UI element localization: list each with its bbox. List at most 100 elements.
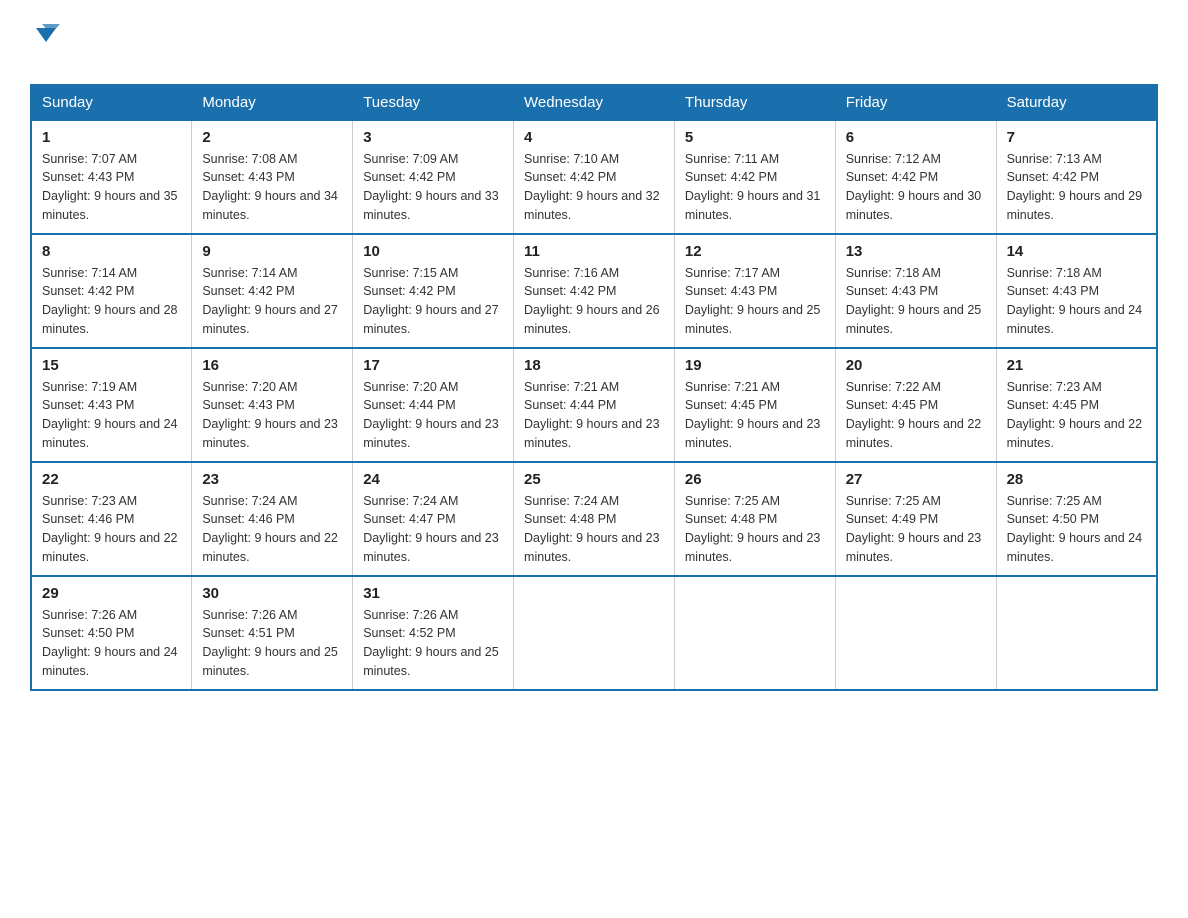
weekday-header-cell: Friday (835, 85, 996, 120)
day-number: 20 (846, 357, 986, 374)
calendar-day-cell: 22 Sunrise: 7:23 AMSunset: 4:46 PMDayligh… (31, 462, 192, 576)
weekday-header-cell: Saturday (996, 85, 1157, 120)
day-info: Sunrise: 7:10 AMSunset: 4:42 PMDaylight:… (524, 150, 664, 225)
day-number: 30 (202, 585, 342, 602)
calendar-day-cell: 16 Sunrise: 7:20 AMSunset: 4:43 PMDayligh… (192, 348, 353, 462)
day-number: 21 (1007, 357, 1146, 374)
day-info: Sunrise: 7:17 AMSunset: 4:43 PMDaylight:… (685, 264, 825, 339)
calendar-day-cell: 24 Sunrise: 7:24 AMSunset: 4:47 PMDayligh… (353, 462, 514, 576)
calendar-day-cell: 21 Sunrise: 7:23 AMSunset: 4:45 PMDayligh… (996, 348, 1157, 462)
calendar-week-row: 15Sunrise: 7:19 AMSunset: 4:43 PMDayligh… (31, 348, 1157, 462)
day-info: Sunrise: 7:24 AMSunset: 4:47 PMDaylight:… (363, 492, 503, 567)
calendar-day-cell: 25Sunrise: 7:24 AMSunset: 4:48 PMDayligh… (514, 462, 675, 576)
calendar-day-cell: 29 Sunrise: 7:26 AMSunset: 4:50 PMDayligh… (31, 576, 192, 690)
day-info: Sunrise: 7:13 AMSunset: 4:42 PMDaylight:… (1007, 150, 1146, 225)
calendar-day-cell: 13 Sunrise: 7:18 AMSunset: 4:43 PMDayligh… (835, 234, 996, 348)
calendar-day-cell: 28Sunrise: 7:25 AMSunset: 4:50 PMDayligh… (996, 462, 1157, 576)
calendar-week-row: 8Sunrise: 7:14 AMSunset: 4:42 PMDaylight… (31, 234, 1157, 348)
calendar-day-cell: 1Sunrise: 7:07 AMSunset: 4:43 PMDaylight… (31, 120, 192, 234)
day-number: 16 (202, 357, 342, 374)
day-info: Sunrise: 7:15 AMSunset: 4:42 PMDaylight:… (363, 264, 503, 339)
day-info: Sunrise: 7:26 AMSunset: 4:51 PMDaylight:… (202, 606, 342, 681)
calendar-week-row: 22 Sunrise: 7:23 AMSunset: 4:46 PMDayligh… (31, 462, 1157, 576)
day-info: Sunrise: 7:23 AMSunset: 4:46 PMDaylight:… (42, 492, 181, 567)
day-number: 8 (42, 243, 181, 260)
day-number: 1 (42, 129, 181, 146)
calendar-day-cell (674, 576, 835, 690)
calendar-day-cell: 15Sunrise: 7:19 AMSunset: 4:43 PMDayligh… (31, 348, 192, 462)
calendar-day-cell: 10 Sunrise: 7:15 AMSunset: 4:42 PMDayligh… (353, 234, 514, 348)
day-number: 27 (846, 471, 986, 488)
weekday-header-cell: Thursday (674, 85, 835, 120)
calendar-day-cell: 11 Sunrise: 7:16 AMSunset: 4:42 PMDayligh… (514, 234, 675, 348)
calendar-day-cell: 7Sunrise: 7:13 AMSunset: 4:42 PMDaylight… (996, 120, 1157, 234)
day-number: 6 (846, 129, 986, 146)
day-number: 12 (685, 243, 825, 260)
calendar-day-cell (996, 576, 1157, 690)
day-info: Sunrise: 7:08 AMSunset: 4:43 PMDaylight:… (202, 150, 342, 225)
calendar-day-cell: 18 Sunrise: 7:21 AMSunset: 4:44 PMDayligh… (514, 348, 675, 462)
day-info: Sunrise: 7:26 AMSunset: 4:50 PMDaylight:… (42, 606, 181, 681)
day-info: Sunrise: 7:18 AMSunset: 4:43 PMDaylight:… (1007, 264, 1146, 339)
calendar-day-cell: 4Sunrise: 7:10 AMSunset: 4:42 PMDaylight… (514, 120, 675, 234)
day-number: 17 (363, 357, 503, 374)
day-info: Sunrise: 7:20 AMSunset: 4:43 PMDaylight:… (202, 378, 342, 453)
calendar-day-cell (514, 576, 675, 690)
calendar-table: SundayMondayTuesdayWednesdayThursdayFrid… (30, 84, 1158, 691)
weekday-header-cell: Wednesday (514, 85, 675, 120)
calendar-week-row: 29 Sunrise: 7:26 AMSunset: 4:50 PMDayligh… (31, 576, 1157, 690)
day-info: Sunrise: 7:25 AMSunset: 4:48 PMDaylight:… (685, 492, 825, 567)
day-number: 11 (524, 243, 664, 260)
day-info: Sunrise: 7:20 AMSunset: 4:44 PMDaylight:… (363, 378, 503, 453)
day-info: Sunrise: 7:21 AMSunset: 4:44 PMDaylight:… (524, 378, 664, 453)
day-info: Sunrise: 7:24 AMSunset: 4:46 PMDaylight:… (202, 492, 342, 567)
logo (30, 20, 60, 66)
day-info: Sunrise: 7:22 AMSunset: 4:45 PMDaylight:… (846, 378, 986, 453)
weekday-header-row: SundayMondayTuesdayWednesdayThursdayFrid… (31, 85, 1157, 120)
day-number: 24 (363, 471, 503, 488)
day-info: Sunrise: 7:25 AMSunset: 4:49 PMDaylight:… (846, 492, 986, 567)
calendar-body: 1Sunrise: 7:07 AMSunset: 4:43 PMDaylight… (31, 120, 1157, 690)
calendar-day-cell: 23Sunrise: 7:24 AMSunset: 4:46 PMDayligh… (192, 462, 353, 576)
day-number: 10 (363, 243, 503, 260)
day-number: 25 (524, 471, 664, 488)
calendar-week-row: 1Sunrise: 7:07 AMSunset: 4:43 PMDaylight… (31, 120, 1157, 234)
day-info: Sunrise: 7:16 AMSunset: 4:42 PMDaylight:… (524, 264, 664, 339)
day-number: 9 (202, 243, 342, 260)
weekday-header-cell: Tuesday (353, 85, 514, 120)
calendar-day-cell (835, 576, 996, 690)
day-info: Sunrise: 7:26 AMSunset: 4:52 PMDaylight:… (363, 606, 503, 681)
day-number: 29 (42, 585, 181, 602)
day-info: Sunrise: 7:23 AMSunset: 4:45 PMDaylight:… (1007, 378, 1146, 453)
day-info: Sunrise: 7:09 AMSunset: 4:42 PMDaylight:… (363, 150, 503, 225)
day-number: 14 (1007, 243, 1146, 260)
day-info: Sunrise: 7:11 AMSunset: 4:42 PMDaylight:… (685, 150, 825, 225)
day-info: Sunrise: 7:25 AMSunset: 4:50 PMDaylight:… (1007, 492, 1146, 567)
calendar-day-cell: 2 Sunrise: 7:08 AMSunset: 4:43 PMDaylight… (192, 120, 353, 234)
weekday-header-cell: Monday (192, 85, 353, 120)
day-number: 13 (846, 243, 986, 260)
day-number: 18 (524, 357, 664, 374)
day-number: 31 (363, 585, 503, 602)
page-header (30, 20, 1158, 66)
calendar-day-cell: 6 Sunrise: 7:12 AMSunset: 4:42 PMDaylight… (835, 120, 996, 234)
calendar-day-cell: 14 Sunrise: 7:18 AMSunset: 4:43 PMDayligh… (996, 234, 1157, 348)
day-number: 15 (42, 357, 181, 374)
calendar-day-cell: 9Sunrise: 7:14 AMSunset: 4:42 PMDaylight… (192, 234, 353, 348)
calendar-day-cell: 3 Sunrise: 7:09 AMSunset: 4:42 PMDaylight… (353, 120, 514, 234)
day-number: 22 (42, 471, 181, 488)
day-info: Sunrise: 7:12 AMSunset: 4:42 PMDaylight:… (846, 150, 986, 225)
calendar-day-cell: 31 Sunrise: 7:26 AMSunset: 4:52 PMDayligh… (353, 576, 514, 690)
calendar-day-cell: 12 Sunrise: 7:17 AMSunset: 4:43 PMDayligh… (674, 234, 835, 348)
day-number: 2 (202, 129, 342, 146)
calendar-day-cell: 8Sunrise: 7:14 AMSunset: 4:42 PMDaylight… (31, 234, 192, 348)
calendar-day-cell: 20 Sunrise: 7:22 AMSunset: 4:45 PMDayligh… (835, 348, 996, 462)
day-number: 3 (363, 129, 503, 146)
day-number: 26 (685, 471, 825, 488)
day-info: Sunrise: 7:18 AMSunset: 4:43 PMDaylight:… (846, 264, 986, 339)
day-info: Sunrise: 7:21 AMSunset: 4:45 PMDaylight:… (685, 378, 825, 453)
logo-icon (32, 20, 60, 48)
weekday-header-cell: Sunday (31, 85, 192, 120)
calendar-day-cell: 30 Sunrise: 7:26 AMSunset: 4:51 PMDayligh… (192, 576, 353, 690)
calendar-day-cell: 26 Sunrise: 7:25 AMSunset: 4:48 PMDayligh… (674, 462, 835, 576)
